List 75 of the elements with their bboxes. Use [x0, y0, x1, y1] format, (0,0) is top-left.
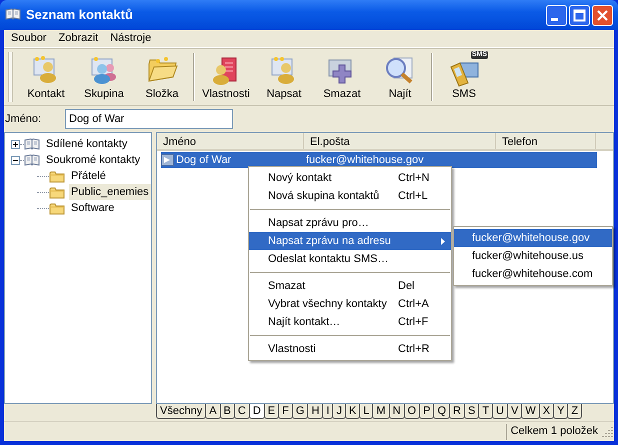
letter-tab[interactable]: H: [307, 404, 324, 419]
letter-tab[interactable]: Y: [553, 404, 568, 419]
menu-item[interactable]: Vlastnosti Ctrl+R: [249, 340, 451, 358]
letter-tab[interactable]: J: [332, 404, 346, 419]
collapse-icon[interactable]: [11, 156, 20, 164]
toolbar-button[interactable]: Najít: [371, 49, 429, 105]
letter-tab[interactable]: C: [234, 404, 250, 419]
letter-tab[interactable]: F: [278, 404, 293, 419]
toolbar-button[interactable]: Složka: [133, 49, 191, 105]
toolbar-grip[interactable]: [8, 52, 13, 102]
letter-tab[interactable]: W: [521, 404, 540, 419]
tree-item[interactable]: Soukromé kontakty: [44, 152, 142, 168]
menu-item[interactable]: Vybrat všechny kontakty Ctrl+A: [249, 295, 451, 313]
close-icon: [596, 8, 609, 22]
column-header[interactable]: Telefon: [496, 133, 596, 149]
menu-item[interactable]: fucker@whitehouse.gov: [454, 229, 612, 247]
window-title: Seznam kontaktů: [26, 6, 134, 24]
toolbar-button[interactable]: Vlastnosti: [197, 49, 255, 105]
letter-tab[interactable]: R: [449, 404, 465, 419]
table-cell-text: Dog of War: [176, 152, 232, 168]
letter-tab[interactable]: N: [388, 404, 405, 419]
menu-item[interactable]: Nástroje: [104, 30, 158, 47]
menu-item[interactable]: Nový kontakt Ctrl+N: [249, 169, 451, 187]
toolbar-button[interactable]: Smazat: [313, 49, 371, 105]
letter-tab[interactable]: Z: [567, 404, 582, 419]
tree-item[interactable]: Public_enemies: [69, 184, 151, 200]
menu-item[interactable]: Najít kontakt… Ctrl+F: [249, 313, 451, 331]
book-icon: [24, 136, 42, 152]
status-text: Celkem 1 položek: [510, 424, 598, 440]
letter-tab[interactable]: Q: [433, 404, 450, 419]
tree-item[interactable]: Přátelé: [69, 168, 108, 184]
toolbar-button[interactable]: Kontakt: [17, 49, 75, 105]
tree-item[interactable]: Sdílené kontakty: [44, 136, 130, 152]
toolbar-button[interactable]: Skupina: [75, 49, 133, 105]
letter-tab[interactable]: Všechny: [156, 404, 206, 419]
close-button[interactable]: [592, 4, 613, 26]
menu-item[interactable]: Soubor: [5, 30, 52, 47]
name-field[interactable]: Dog of War: [65, 109, 233, 129]
letter-tab[interactable]: T: [478, 404, 494, 419]
column-header[interactable]: Jméno: [157, 133, 304, 149]
table-row[interactable]: Dog of War fucker@whitehouse.gov: [161, 152, 597, 168]
folder-icon: [49, 168, 67, 184]
minimize-button[interactable]: [546, 4, 567, 26]
letter-tab[interactable]: P: [419, 404, 434, 419]
expand-icon[interactable]: [11, 140, 20, 148]
menu-item[interactable]: Napsat zprávu pro…: [249, 214, 451, 232]
field-label: Jméno:: [5, 112, 42, 127]
minimize-icon: [551, 18, 558, 20]
toolbar-button[interactable]: Napsat: [255, 49, 313, 105]
menu-item[interactable]: fucker@whitehouse.com: [454, 265, 612, 283]
menu-item[interactable]: Zobrazit: [52, 30, 104, 47]
column-header[interactable]: El.pošta: [304, 133, 496, 149]
letter-tab[interactable]: A: [205, 404, 221, 419]
menu-item[interactable]: Napsat zprávu na adresu: [249, 232, 451, 250]
table-cell-text: fucker@whitehouse.gov: [306, 152, 424, 168]
menu-item[interactable]: fucker@whitehouse.us: [454, 247, 612, 265]
letter-tab[interactable]: M: [372, 404, 390, 419]
letter-tab[interactable]: G: [292, 404, 308, 419]
book-icon: [24, 152, 42, 168]
menu-item[interactable]: Odeslat kontaktu SMS…: [249, 250, 451, 268]
letter-tab[interactable]: B: [220, 404, 235, 419]
tree-item[interactable]: Software: [69, 200, 116, 216]
letter-tab[interactable]: I: [322, 404, 334, 419]
resize-grip-icon[interactable]: [600, 424, 614, 438]
contact-icon: [161, 154, 174, 166]
folder-icon: [49, 184, 67, 200]
letter-tab[interactable]: D: [248, 404, 265, 419]
menu-item[interactable]: Nová skupina kontaktů Ctrl+L: [249, 187, 451, 205]
letter-tab[interactable]: L: [359, 404, 374, 419]
letter-tab[interactable]: V: [507, 404, 522, 419]
maximize-button[interactable]: [569, 4, 590, 26]
menu-item[interactable]: Smazat Del: [249, 277, 451, 295]
maximize-icon: [573, 8, 586, 22]
letter-tab[interactable]: U: [492, 404, 508, 419]
folder-icon: [49, 200, 67, 216]
